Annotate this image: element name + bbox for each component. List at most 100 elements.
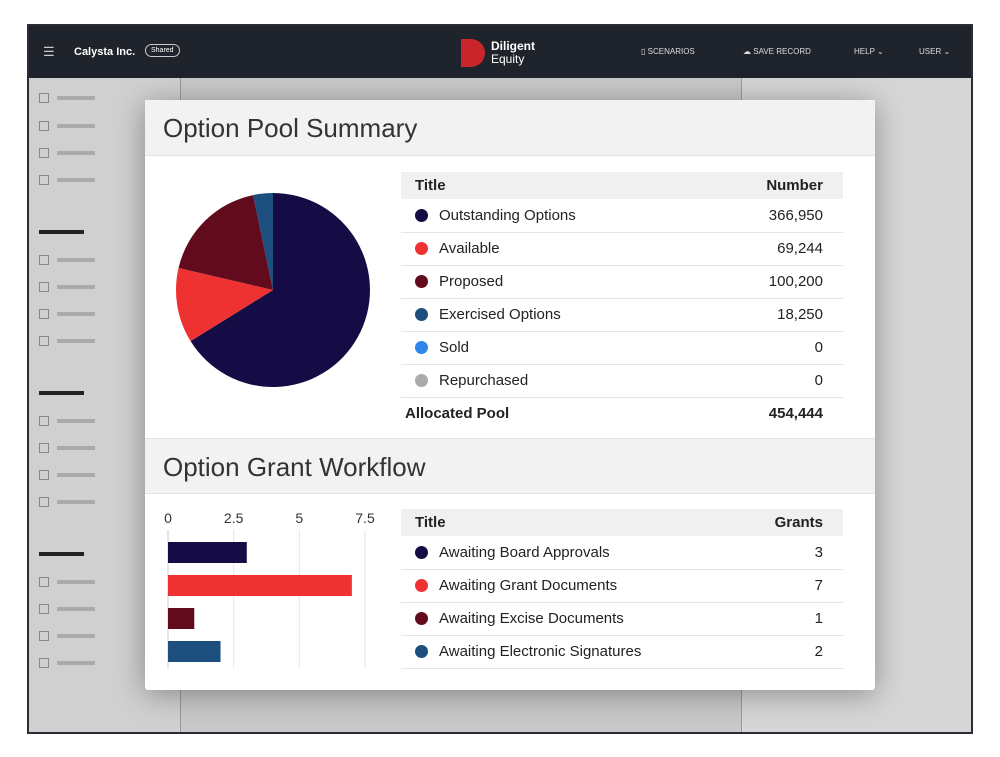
x-tick-label: 0 [164,510,172,526]
table-row: Outstanding Options 366,950 [401,199,843,233]
row-label: Awaiting Board Approvals [401,536,735,570]
sidebar-item [39,148,95,158]
row-value: 7 [734,569,843,603]
checkbox-icon [39,175,49,185]
legend-dot-icon [415,645,428,658]
workflow-bar-chart: 0 2.5 5 7.5 [164,510,375,668]
table-row: Repurchased 0 [401,364,843,398]
row-value: 69,244 [699,232,843,266]
top-bar: ☰ Calysta Inc. Shared Diligent Equity ▯ S… [29,26,971,78]
legend-dot-icon [415,308,428,321]
table-row: Awaiting Excise Documents 1 [401,602,843,636]
placeholder-line [57,124,95,128]
legend-dot-icon [415,545,428,559]
col-title: Title [401,172,700,199]
checkbox-icon [39,443,49,453]
table-row: Awaiting Grant Documents 7 [401,569,843,603]
label-text: Awaiting Grant Documents [439,577,618,594]
checkbox-icon [39,604,49,614]
row-value: 100,200 [699,265,843,299]
legend-dot-icon [415,579,428,592]
placeholder-line [57,473,95,477]
label-text: Proposed [439,273,504,290]
placeholder-line [57,339,95,343]
sidebar-item [39,631,95,641]
diligent-logo-icon [461,39,485,67]
nav-label: SAVE RECORD [753,47,811,56]
bar [168,641,221,662]
nav-user[interactable]: USER ⌄ [919,47,950,56]
table-row: Proposed 100,200 [401,265,843,299]
nav-save-record[interactable]: ☁ SAVE RECORD [743,47,811,56]
sidebar-item [39,497,95,507]
sidebar-item [39,93,95,103]
checkbox-icon [39,309,49,319]
table-row: Sold 0 [401,331,843,365]
x-tick-label: 7.5 [355,510,375,526]
bar [168,575,352,596]
total-value: 454,444 [768,405,823,423]
sidebar-item [39,658,95,668]
row-label: Outstanding Options [401,199,700,233]
checkbox-icon [39,148,49,158]
workflow-title: Option Grant Workflow [145,438,875,494]
table-row: Exercised Options 18,250 [401,298,843,332]
col-grants: Grants [734,509,843,536]
label-text: Awaiting Board Approvals [439,543,610,561]
nav-label: USER [919,47,942,56]
brand-sub: Equity [491,52,525,66]
checkbox-icon [39,658,49,668]
sidebar-heading [39,230,84,234]
row-label: Sold [401,331,700,365]
nav-label: HELP [854,47,875,56]
row-value: 18,250 [699,298,843,332]
col-title: Title [401,509,735,536]
row-label: Awaiting Electronic Signatures [401,635,735,669]
nav-scenarios[interactable]: ▯ SCENARIOS [641,47,695,56]
row-value: 3 [734,536,843,570]
hamburger-menu-icon[interactable]: ☰ [43,44,55,60]
sidebar-item [39,470,95,480]
row-value: 2 [734,635,843,669]
placeholder-line [57,285,95,289]
label-text: Outstanding Options [439,206,576,224]
legend-dot-icon [415,374,428,387]
checkbox-icon [39,497,49,507]
checkbox-icon [39,631,49,641]
legend-dot-icon [415,341,428,354]
company-name[interactable]: Calysta Inc. [74,46,135,58]
label-text: Awaiting Electronic Signatures [439,643,642,660]
col-number: Number [699,172,843,199]
placeholder-line [57,96,95,100]
checkbox-icon [39,93,49,103]
workflow-table: Title Grants Awaiting Board Approvals 3 Awa… [401,509,843,669]
x-tick-label: 5 [295,510,303,526]
sidebar-item [39,175,95,185]
legend-dot-icon [415,275,428,288]
placeholder-line [57,446,95,450]
placeholder-line [57,258,95,262]
row-label: Proposed [401,265,700,299]
placeholder-line [57,151,95,155]
placeholder-line [57,419,95,423]
total-row: Allocated Pool 454,444 [401,397,843,430]
shared-badge: Shared [145,44,180,57]
table-row: Awaiting Electronic Signatures 2 [401,635,843,669]
sidebar-item [39,577,95,587]
nav-help[interactable]: HELP ⌄ [854,47,884,56]
row-value: 0 [699,331,843,365]
sidebar-item [39,416,95,426]
row-value: 1 [734,602,843,636]
placeholder-line [57,312,95,316]
sidebar-item [39,309,95,319]
sidebar-item [39,121,95,131]
placeholder-line [57,178,95,182]
row-label: Available [401,232,700,266]
sidebar-item [39,255,95,265]
legend-dot-icon [415,208,428,222]
placeholder-line [57,661,95,665]
checkbox-icon [39,416,49,426]
placeholder-line [57,580,95,584]
sidebar-item [39,336,95,346]
table-row: Awaiting Board Approvals 3 [401,536,843,570]
